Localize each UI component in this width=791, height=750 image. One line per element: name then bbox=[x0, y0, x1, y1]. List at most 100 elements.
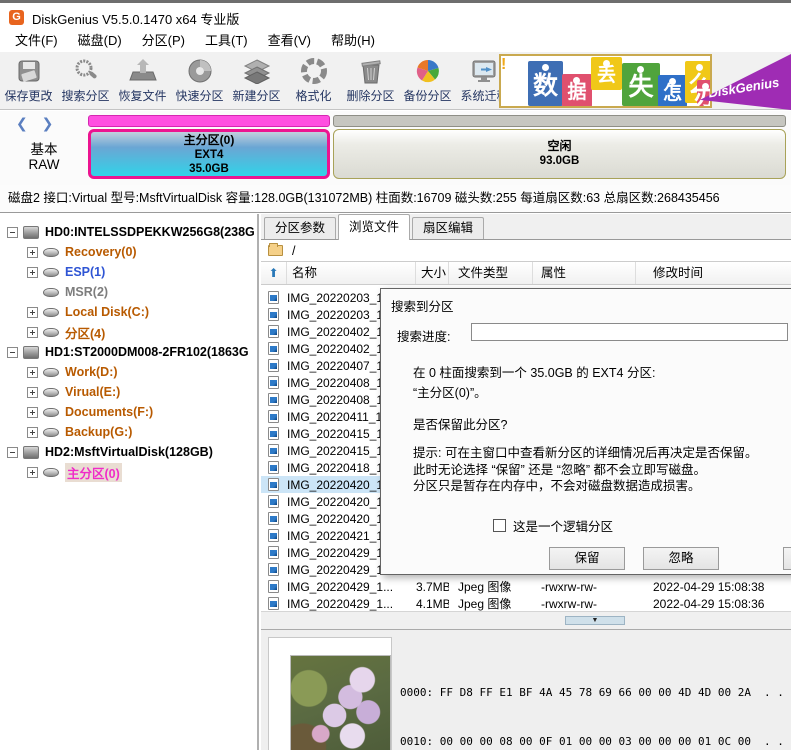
partition-block-free[interactable]: 空闲 93.0GB bbox=[333, 115, 786, 179]
header-attr[interactable]: 属性 bbox=[533, 262, 636, 284]
disk-info-bar: 磁盘2 接口:Virtual 型号:MsftVirtualDisk 容量:128… bbox=[0, 185, 791, 213]
hex-offset: 0010: bbox=[400, 734, 434, 748]
new-partition-button[interactable]: 新建分区 bbox=[228, 52, 285, 110]
file-size: 3.7MB bbox=[416, 579, 449, 594]
banner-tag: ! bbox=[501, 56, 507, 73]
file-row[interactable]: IMG_20220429_1... 4.1MB Jpeg 图像 -rwxrw-r… bbox=[261, 595, 791, 611]
preview-splitter[interactable]: ▼ bbox=[261, 611, 791, 629]
header-size[interactable]: 大小 bbox=[416, 262, 449, 284]
tree-node[interactable]: HD2:MsftVirtualDisk(128GB) bbox=[0, 442, 257, 462]
expand-toggle-icon[interactable] bbox=[27, 266, 38, 278]
tree-node-label: 主分区(0) bbox=[65, 462, 122, 482]
expand-toggle-icon[interactable] bbox=[7, 446, 18, 458]
expand-toggle-icon[interactable] bbox=[27, 246, 38, 258]
app-logo-icon: G bbox=[9, 10, 24, 25]
expand-toggle-icon[interactable] bbox=[27, 426, 38, 438]
magnifier-icon bbox=[71, 56, 101, 86]
tree-node[interactable]: MSR(2) bbox=[0, 282, 257, 302]
tree-node[interactable]: Virual(E:) bbox=[0, 382, 257, 402]
tree-node-label: Backup(G:) bbox=[65, 425, 133, 439]
expand-toggle-icon[interactable] bbox=[27, 386, 38, 398]
tree-node[interactable]: ESP(1) bbox=[0, 262, 257, 282]
tree-node[interactable]: HD1:ST2000DM008-2FR102(1863G bbox=[0, 342, 257, 362]
logical-partition-checkbox[interactable] bbox=[493, 519, 506, 532]
expand-toggle-icon[interactable] bbox=[27, 466, 38, 478]
image-file-icon bbox=[268, 444, 279, 457]
delete-partition-button[interactable]: 删除分区 bbox=[342, 52, 399, 110]
sort-arrow-icon[interactable]: ⬆ bbox=[261, 262, 287, 284]
thumbnail-frame bbox=[268, 637, 392, 750]
banner-tag: 据 bbox=[562, 74, 592, 106]
ignore-button[interactable]: 忽略 bbox=[643, 547, 719, 570]
keep-all-button-partial[interactable]: 保 bbox=[783, 547, 791, 570]
disk-tree: HD0:INTELSSDPEKKW256G8(238G Recovery(0) … bbox=[0, 214, 259, 750]
menu-item[interactable]: 帮助(H) bbox=[321, 30, 385, 52]
hex-bytes: 00 00 00 08 00 0F 01 00 00 03 00 00 00 0… bbox=[433, 734, 752, 748]
menu-item[interactable]: 分区(P) bbox=[132, 30, 195, 52]
tree-node[interactable]: Local Disk(C:) bbox=[0, 302, 257, 322]
quick-partition-button[interactable]: 快速分区 bbox=[171, 52, 228, 110]
banner-tag: 怎 bbox=[658, 75, 687, 106]
hex-ascii: . . bbox=[764, 686, 784, 700]
menu-item[interactable]: 工具(T) bbox=[195, 30, 258, 52]
image-file-icon bbox=[268, 410, 279, 423]
banner-tag: 数 bbox=[528, 61, 563, 106]
expand-toggle-icon[interactable] bbox=[27, 287, 38, 298]
tree-node[interactable]: 分区(4) bbox=[0, 322, 257, 342]
collapse-handle[interactable]: ▼ bbox=[565, 616, 625, 625]
header-type[interactable]: 文件类型 bbox=[449, 262, 533, 284]
tab-browse-files[interactable]: 浏览文件 bbox=[338, 214, 411, 240]
disk-icon bbox=[43, 467, 59, 477]
tree-node[interactable]: Documents(F:) bbox=[0, 402, 257, 422]
hint-text: 提示: 可在主窗口中查看新分区的详细情况后再决定是否保留。 此时无论选择 “保留… bbox=[413, 445, 757, 495]
menu-item[interactable]: 磁盘(D) bbox=[68, 30, 132, 52]
tree-node[interactable]: 主分区(0) bbox=[0, 462, 257, 482]
menu-item[interactable]: 文件(F) bbox=[5, 30, 68, 52]
diskgenius-window: G DiskGenius V5.5.0.1470 x64 专业版 文件(F) 磁盘… bbox=[0, 0, 791, 750]
partition-name: 主分区(0) bbox=[183, 133, 235, 147]
hex-dump[interactable]: 0000: FF D8 FF E1 BF 4A 45 78 69 66 00 0… bbox=[400, 639, 791, 750]
disk-icon bbox=[43, 247, 59, 257]
expand-toggle-icon[interactable] bbox=[27, 406, 38, 418]
file-name: IMG_20220429_1... bbox=[287, 596, 394, 611]
disk-icon bbox=[43, 407, 59, 417]
hint-line1: 提示: 可在主窗口中查看新分区的详细情况后再决定是否保留。 bbox=[413, 446, 758, 460]
ad-banner[interactable]: 数据丢失怎么办! bbox=[499, 54, 712, 108]
image-file-icon bbox=[268, 597, 279, 610]
disk-icon bbox=[23, 225, 39, 239]
expand-toggle-icon[interactable] bbox=[27, 306, 38, 318]
expand-toggle-icon[interactable] bbox=[7, 226, 18, 238]
header-time[interactable]: 修改时间 bbox=[636, 262, 791, 284]
recover-files-button[interactable]: 恢复文件 bbox=[114, 52, 171, 110]
menu-item[interactable]: 查看(V) bbox=[258, 30, 321, 52]
backup-partition-button[interactable]: 备份分区 bbox=[399, 52, 456, 110]
file-type: Jpeg 图像 bbox=[458, 597, 512, 611]
toolbar-button-label: 搜索分区 bbox=[61, 89, 110, 103]
save-changes-button[interactable]: 保存更改 bbox=[0, 52, 57, 110]
disk-icon bbox=[43, 427, 59, 437]
toolbar-button-label: 保存更改 bbox=[4, 89, 53, 103]
tab-partition-params[interactable]: 分区参数 bbox=[264, 217, 337, 239]
expand-toggle-icon[interactable] bbox=[27, 326, 38, 338]
keep-button[interactable]: 保留 bbox=[549, 547, 625, 570]
tab-sector-edit[interactable]: 扇区编辑 bbox=[412, 217, 485, 239]
expand-toggle-icon[interactable] bbox=[27, 366, 38, 378]
search-partition-button[interactable]: 搜索分区 bbox=[57, 52, 114, 110]
tree-node[interactable]: Recovery(0) bbox=[0, 242, 257, 262]
header-name[interactable]: 名称 bbox=[287, 262, 416, 284]
dialog-title: 搜索到分区 bbox=[391, 300, 454, 314]
image-file-icon bbox=[268, 580, 279, 593]
file-row[interactable]: IMG_20220429_1... 3.7MB Jpeg 图像 -rwxrw-r… bbox=[261, 578, 791, 595]
expand-toggle-icon[interactable] bbox=[7, 346, 18, 358]
hex-bytes: FF D8 FF E1 BF 4A 45 78 69 66 00 00 4D 4… bbox=[433, 686, 752, 700]
disk-nav-arrows[interactable]: ❮ ❯ bbox=[16, 115, 58, 132]
tree-node[interactable]: Work(D:) bbox=[0, 362, 257, 382]
tab-strip: 分区参数 浏览文件 扇区编辑 bbox=[261, 214, 791, 240]
tree-node[interactable]: Backup(G:) bbox=[0, 422, 257, 442]
format-button[interactable]: 格式化 bbox=[285, 52, 342, 110]
tree-node-label: HD1:ST2000DM008-2FR102(1863G bbox=[45, 345, 249, 359]
path-bar: / bbox=[261, 240, 791, 262]
partition-block-primary[interactable]: 主分区(0) EXT4 35.0GB bbox=[88, 115, 330, 179]
partition-size: 93.0GB bbox=[539, 155, 580, 167]
tree-node[interactable]: HD0:INTELSSDPEKKW256G8(238G bbox=[0, 222, 257, 242]
